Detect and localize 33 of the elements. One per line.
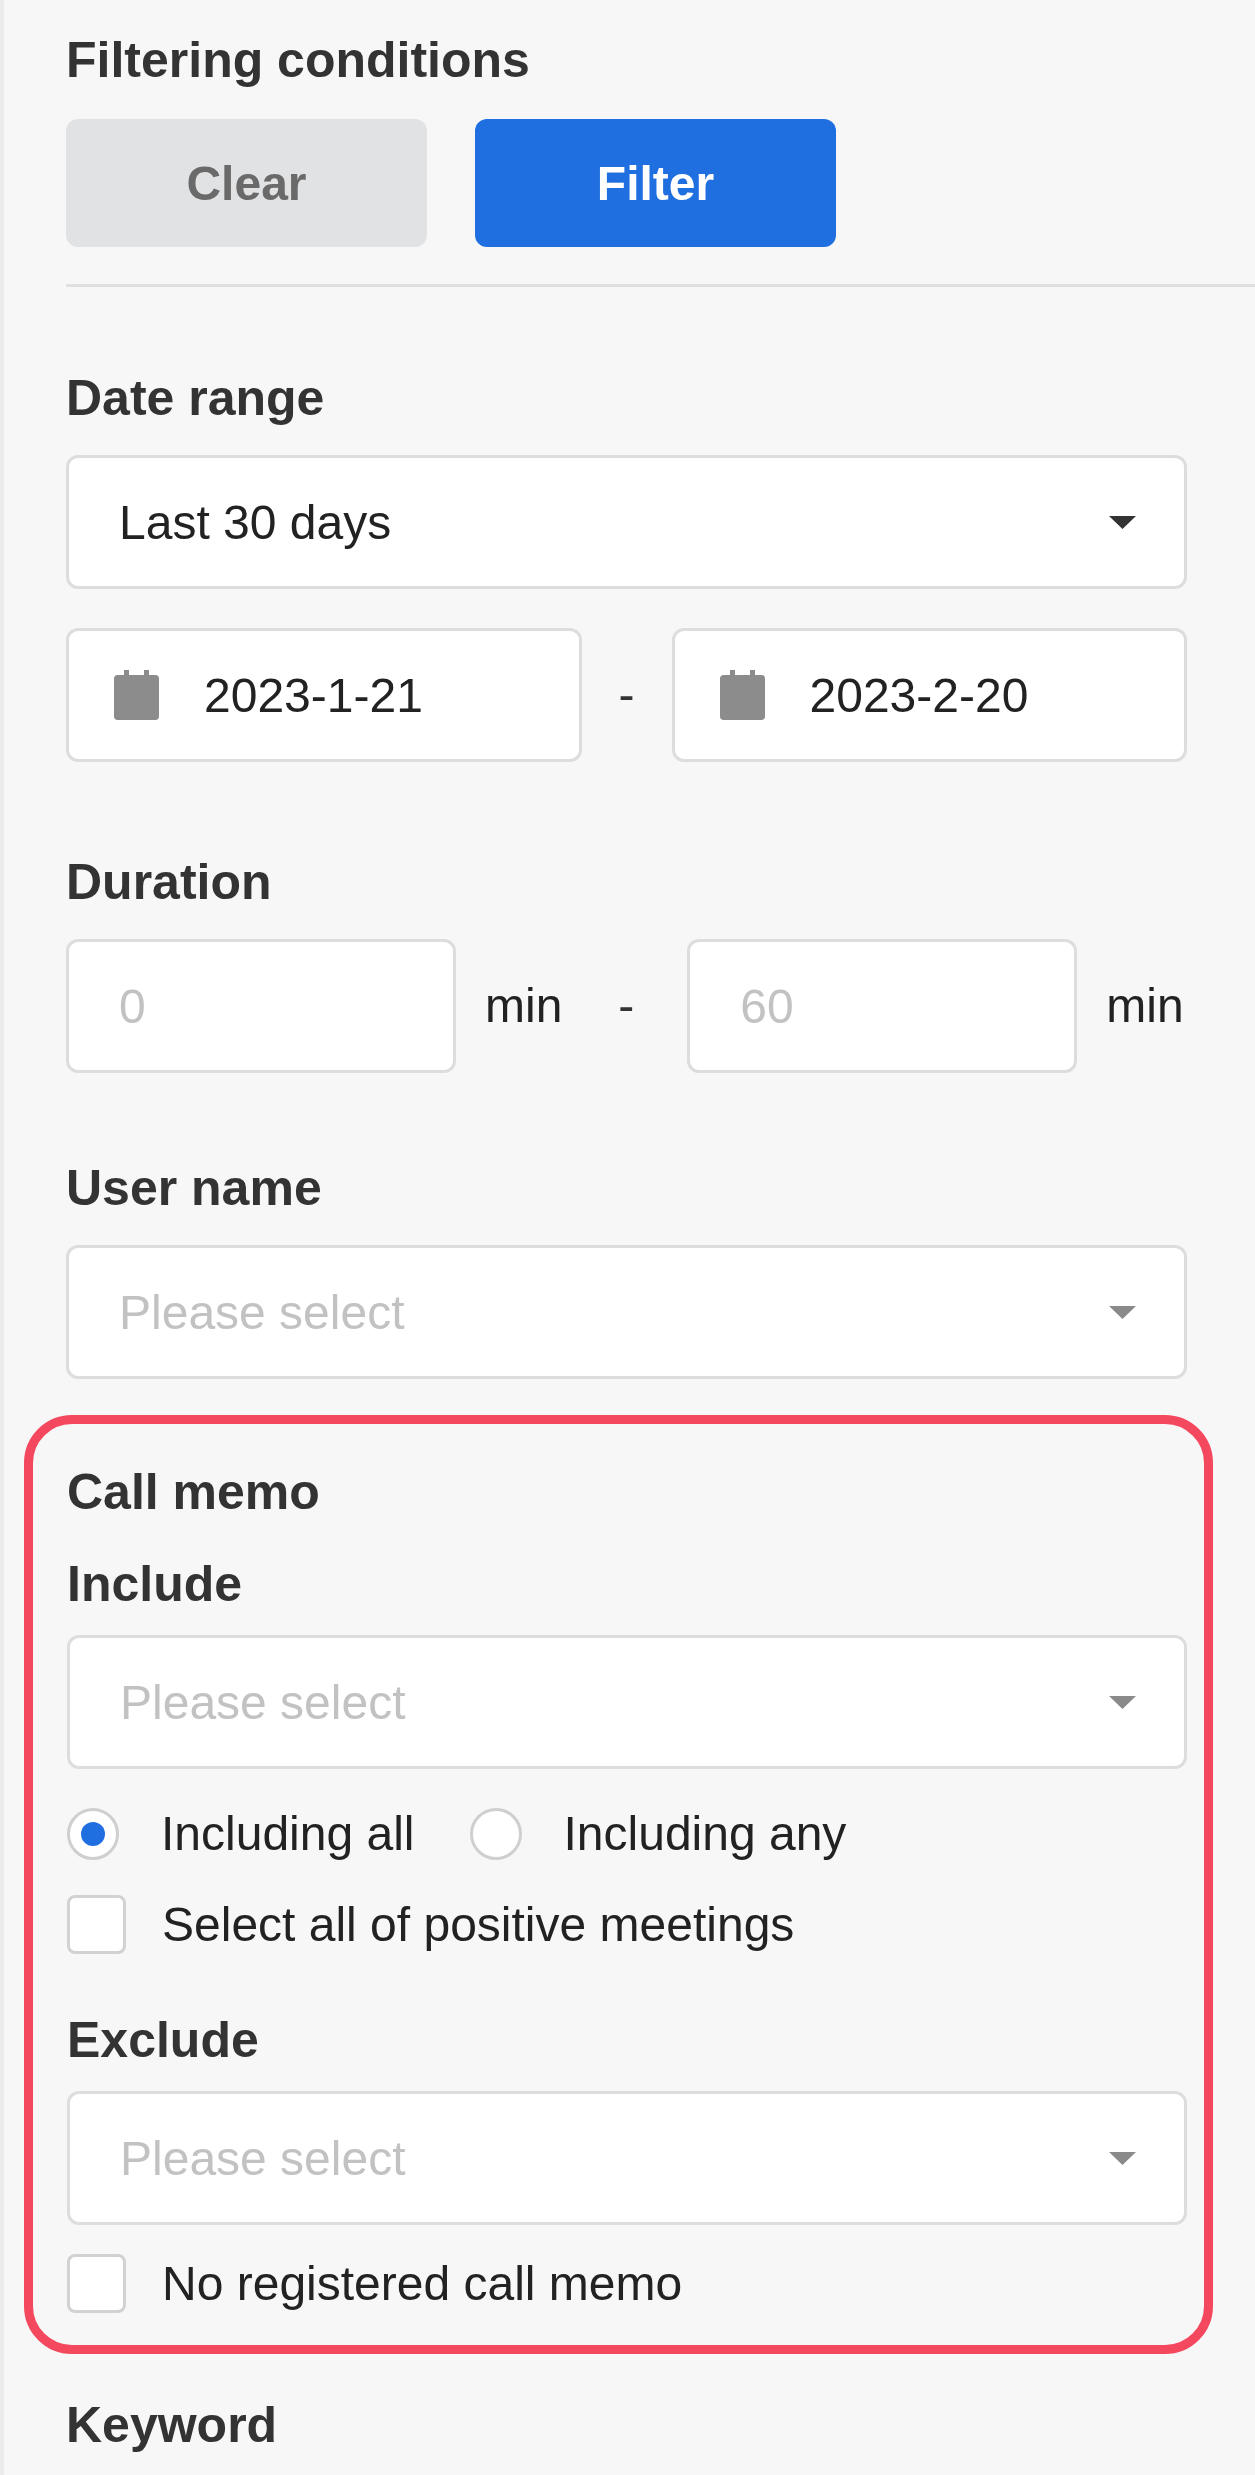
caret-icon xyxy=(1109,1695,1136,1709)
section-label: Duration xyxy=(66,853,272,912)
checkbox[interactable] xyxy=(67,2254,126,2313)
checkbox[interactable] xyxy=(67,1895,126,1954)
section-label: Keyword xyxy=(66,2396,278,2455)
calendar-icon xyxy=(719,670,765,720)
section-label: Date range xyxy=(66,369,325,428)
field-label: Include xyxy=(67,1555,243,1614)
date-field[interactable]: 2023-2-20 xyxy=(671,628,1187,762)
panel-title: Filtering conditions xyxy=(66,31,531,90)
unit-label: min xyxy=(485,978,563,1034)
section-label: Call memo xyxy=(67,1463,320,1522)
filter-button[interactable]: Filter xyxy=(475,119,836,247)
checkbox-label[interactable]: No registered call memo xyxy=(162,2255,683,2312)
radio-label[interactable]: Including any xyxy=(563,1806,847,1862)
date-field[interactable]: 2023-1-21 xyxy=(66,628,582,762)
radio-label[interactable]: Including all xyxy=(161,1806,415,1862)
caret-icon xyxy=(1109,2151,1136,2165)
calendar-icon xyxy=(114,670,159,720)
checkbox-label[interactable]: Select all of positive meetings xyxy=(162,1896,795,1953)
radio-button[interactable] xyxy=(469,1808,522,1860)
clear-button[interactable]: Clear xyxy=(66,119,427,247)
range-separator: - xyxy=(618,978,635,1034)
field-label: Exclude xyxy=(67,2011,259,2070)
caret-icon xyxy=(1109,1305,1136,1319)
caret-icon xyxy=(1109,515,1136,529)
unit-label: min xyxy=(1106,978,1184,1034)
section-label: User name xyxy=(66,1159,322,1218)
select-field[interactable]: Last 30 days xyxy=(66,455,1187,589)
range-separator: - xyxy=(618,667,635,723)
number-field[interactable]: 0 xyxy=(66,939,456,1073)
radio-button[interactable] xyxy=(67,1808,119,1860)
number-field[interactable]: 60 xyxy=(687,939,1078,1073)
